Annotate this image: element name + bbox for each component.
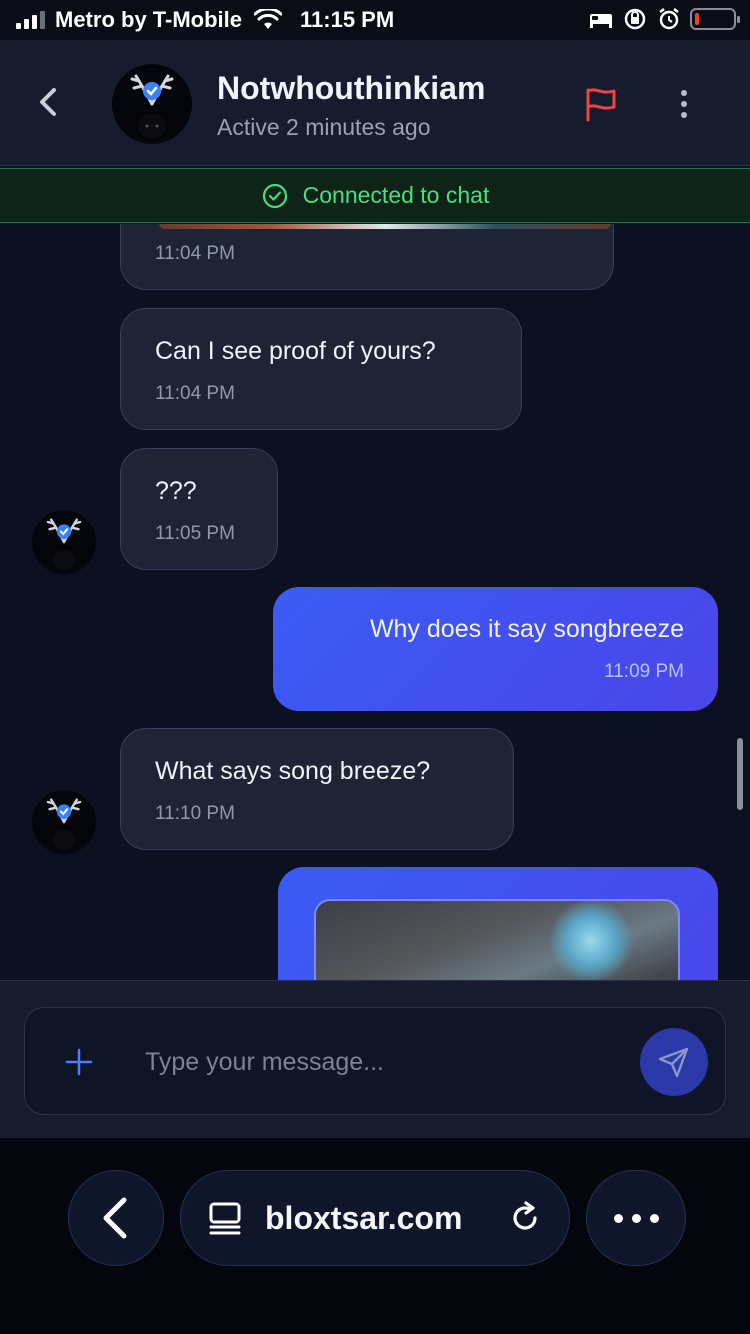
wifi-icon xyxy=(254,9,282,29)
antler-logo-icon xyxy=(130,74,174,138)
message-image[interactable] xyxy=(159,224,611,229)
banner-text: Connected to chat xyxy=(302,182,490,208)
check-circle-icon xyxy=(262,183,287,208)
battery-icon xyxy=(690,8,740,30)
message-bubble[interactable]: Why does it say songbreeze 11:09 PM xyxy=(273,587,718,711)
browser-back-button[interactable] xyxy=(68,1170,164,1266)
presence-status: Active 2 minutes ago xyxy=(217,114,431,140)
message-text: ??? xyxy=(155,477,197,505)
message-bubble[interactable] xyxy=(278,867,718,980)
more-horizontal-icon[interactable] xyxy=(586,1170,686,1266)
message-time: 11:05 PM xyxy=(155,523,235,544)
tabs-icon[interactable] xyxy=(207,1200,243,1236)
signal-icon xyxy=(16,11,45,29)
composer xyxy=(24,1007,726,1115)
alarm-icon xyxy=(659,8,679,30)
clock: 11:15 PM xyxy=(300,7,395,32)
antler-logo-icon xyxy=(46,798,82,850)
send-button[interactable] xyxy=(640,1028,708,1096)
message-time: 11:09 PM xyxy=(604,661,684,682)
back-icon[interactable] xyxy=(30,82,66,122)
message-input[interactable] xyxy=(145,1038,625,1086)
message-text: Can I see proof of yours? xyxy=(155,337,436,365)
message-time: 11:04 PM xyxy=(155,243,235,264)
avatar[interactable] xyxy=(32,510,96,574)
connection-banner: Connected to chat xyxy=(0,168,750,223)
contact-name: Notwhouthinkiam xyxy=(217,70,486,106)
address-bar[interactable]: bloxtsar.com xyxy=(180,1170,570,1266)
avatar[interactable] xyxy=(32,790,96,854)
scrollbar[interactable] xyxy=(737,738,743,810)
message-time: 11:04 PM xyxy=(155,383,235,404)
url-text[interactable]: bloxtsar.com xyxy=(265,1200,507,1237)
browser-toolbar: bloxtsar.com xyxy=(0,1138,750,1334)
message-text: What says song breeze? xyxy=(155,757,431,785)
reload-icon[interactable] xyxy=(507,1200,543,1236)
message-bubble[interactable]: 11:04 PM xyxy=(120,224,614,290)
bed-icon xyxy=(590,14,612,28)
send-icon xyxy=(658,1047,689,1078)
plus-icon[interactable] xyxy=(63,1046,95,1078)
avatar[interactable] xyxy=(112,64,192,144)
message-bubble[interactable]: Can I see proof of yours? 11:04 PM xyxy=(120,308,522,430)
message-bubble[interactable]: ??? 11:05 PM xyxy=(120,448,278,570)
back-icon xyxy=(103,1197,127,1239)
more-vertical-icon[interactable] xyxy=(670,86,698,122)
message-time: 11:10 PM xyxy=(155,803,235,824)
chat-header: Notwhouthinkiam Active 2 minutes ago xyxy=(0,40,750,166)
message-list[interactable]: 11:04 PM Can I see proof of yours? 11:04… xyxy=(0,224,750,980)
message-image[interactable] xyxy=(314,899,680,980)
message-text: Why does it say songbreeze xyxy=(369,615,684,643)
antler-logo-icon xyxy=(46,518,82,570)
message-bubble[interactable]: What says song breeze? 11:10 PM xyxy=(120,728,514,850)
carrier-label: Metro by T-Mobile xyxy=(55,7,242,32)
orientation-lock-icon xyxy=(624,8,646,30)
composer-bar xyxy=(0,980,750,1138)
flag-icon[interactable] xyxy=(584,86,618,122)
status-bar: Metro by T-Mobile 11:15 PM xyxy=(0,0,750,40)
